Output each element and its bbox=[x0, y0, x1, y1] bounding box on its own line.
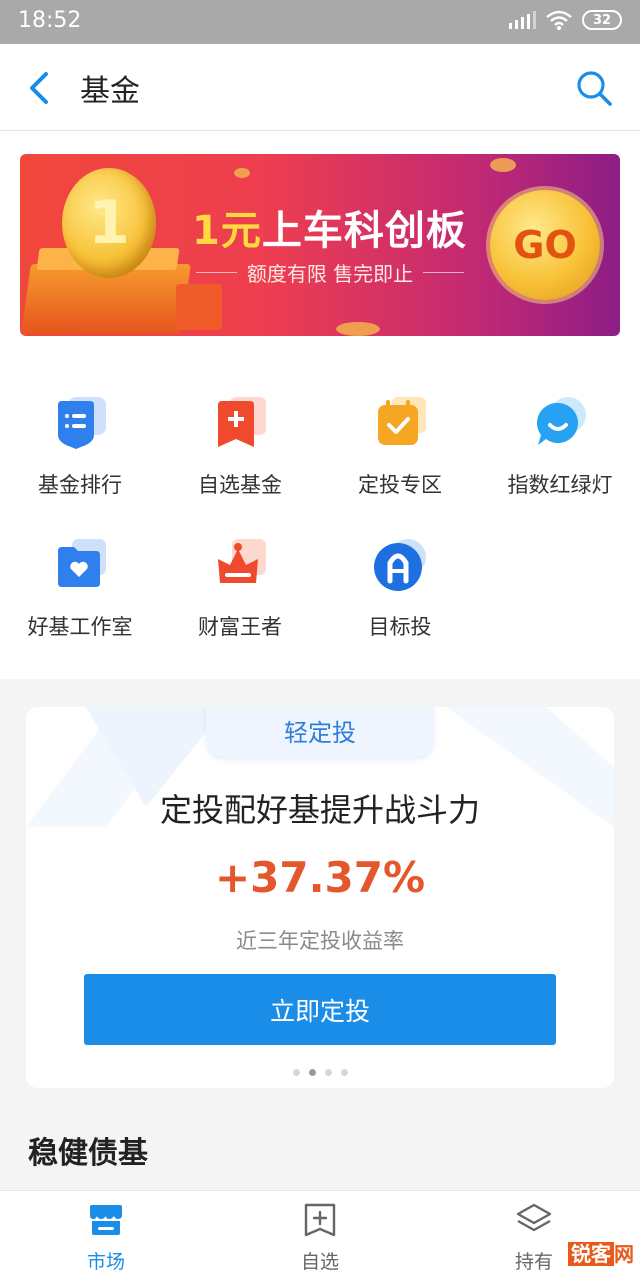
target-a-icon bbox=[374, 539, 426, 591]
return-rate: +37.37% bbox=[214, 853, 426, 902]
start-sip-button[interactable]: 立即定投 bbox=[84, 974, 556, 1045]
card-tab-label: 轻定投 bbox=[206, 707, 434, 757]
grid-item-sip-zone[interactable]: 定投专区 bbox=[320, 395, 480, 515]
list-icon bbox=[58, 397, 106, 449]
grid-item-fund-ranking[interactable]: 基金排行 bbox=[0, 395, 160, 515]
bookmark-plus-icon bbox=[218, 397, 266, 447]
tab-label: 自选 bbox=[300, 1251, 339, 1273]
banner-title: 1元上车科创板 bbox=[192, 198, 467, 256]
watermark-part-a: 锐客 bbox=[568, 1242, 614, 1266]
layers-icon bbox=[516, 1203, 552, 1232]
grid-item-wealth-king[interactable]: 财富王者 bbox=[160, 537, 320, 657]
grid-item-target-invest[interactable]: 目标投 bbox=[320, 537, 480, 657]
carousel-dot[interactable] bbox=[340, 1069, 348, 1076]
wifi-icon bbox=[546, 10, 572, 30]
grid-item-label: 指数红绿灯 bbox=[507, 473, 613, 497]
banner-subtitle-text: 额度有限 售完即止 bbox=[246, 262, 414, 286]
section-title-stable-bond-funds: 稳健债基 bbox=[28, 1136, 148, 1171]
bookmark-plus-icon bbox=[304, 1203, 336, 1237]
banner-subtitle: 额度有限 售完即止 bbox=[196, 258, 465, 287]
tab-label: 市场 bbox=[86, 1251, 125, 1273]
status-icons: 32 bbox=[509, 10, 622, 30]
banner-title-rest: 上车科创板 bbox=[261, 208, 467, 254]
chevron-left-icon[interactable] bbox=[22, 68, 58, 108]
tab-market[interactable]: 市场 bbox=[46, 1191, 166, 1280]
chat-bubble-icon bbox=[536, 397, 586, 445]
promo-banner[interactable]: 1 1元上车科创板 额度有限 售完即止 GO bbox=[20, 154, 620, 336]
store-icon bbox=[90, 1205, 122, 1235]
grid-item-label: 财富王者 bbox=[198, 615, 282, 639]
bottom-tab-bar: 市场 自选 持有 bbox=[0, 1190, 640, 1280]
grid-item-fund-studio[interactable]: 好基工作室 bbox=[0, 537, 160, 657]
status-bar: 18:52 32 bbox=[0, 0, 640, 44]
top-section: 1 1元上车科创板 额度有限 售完即止 GO 基金排行 自选基金 定投专区 指数… bbox=[0, 131, 640, 679]
battery-icon: 32 bbox=[582, 10, 622, 30]
go-button[interactable]: GO bbox=[490, 190, 600, 300]
coin-icon: 1 bbox=[62, 168, 156, 278]
tab-watchlist[interactable]: 自选 bbox=[260, 1191, 380, 1280]
page-title: 基金 bbox=[80, 74, 140, 109]
watermark-part-b: 网 bbox=[614, 1242, 634, 1266]
grid-item-label: 目标投 bbox=[368, 615, 432, 639]
status-time: 18:52 bbox=[18, 8, 82, 33]
banner-title-highlight: 1元 bbox=[192, 208, 262, 254]
card-headline: 定投配好基提升战斗力 bbox=[159, 791, 480, 829]
crown-icon bbox=[218, 539, 266, 583]
carousel-dot[interactable] bbox=[292, 1069, 300, 1076]
carousel-indicator bbox=[26, 1069, 614, 1076]
grid-item-label: 自选基金 bbox=[198, 473, 282, 497]
grid-item-label: 基金排行 bbox=[38, 473, 122, 497]
return-rate-description: 近三年定投收益率 bbox=[236, 929, 404, 953]
sip-promo-card: 轻定投 定投配好基提升战斗力 +37.37% 近三年定投收益率 立即定投 bbox=[26, 707, 614, 1088]
nav-bar: 基金 bbox=[0, 44, 640, 131]
grid-item-label: 定投专区 bbox=[358, 473, 442, 497]
search-icon[interactable] bbox=[574, 68, 614, 108]
calendar-check-icon bbox=[378, 397, 426, 445]
grid-item-index-traffic-light[interactable]: 指数红绿灯 bbox=[480, 395, 640, 515]
folder-heart-icon bbox=[58, 539, 106, 587]
grid-item-label: 好基工作室 bbox=[27, 615, 133, 639]
signal-icon bbox=[509, 11, 536, 29]
carousel-dot-active[interactable] bbox=[308, 1069, 316, 1076]
watermark-logo: 锐客网 bbox=[568, 1238, 634, 1267]
grid-item-watchlist-funds[interactable]: 自选基金 bbox=[160, 395, 320, 515]
carousel-dot[interactable] bbox=[324, 1069, 332, 1076]
